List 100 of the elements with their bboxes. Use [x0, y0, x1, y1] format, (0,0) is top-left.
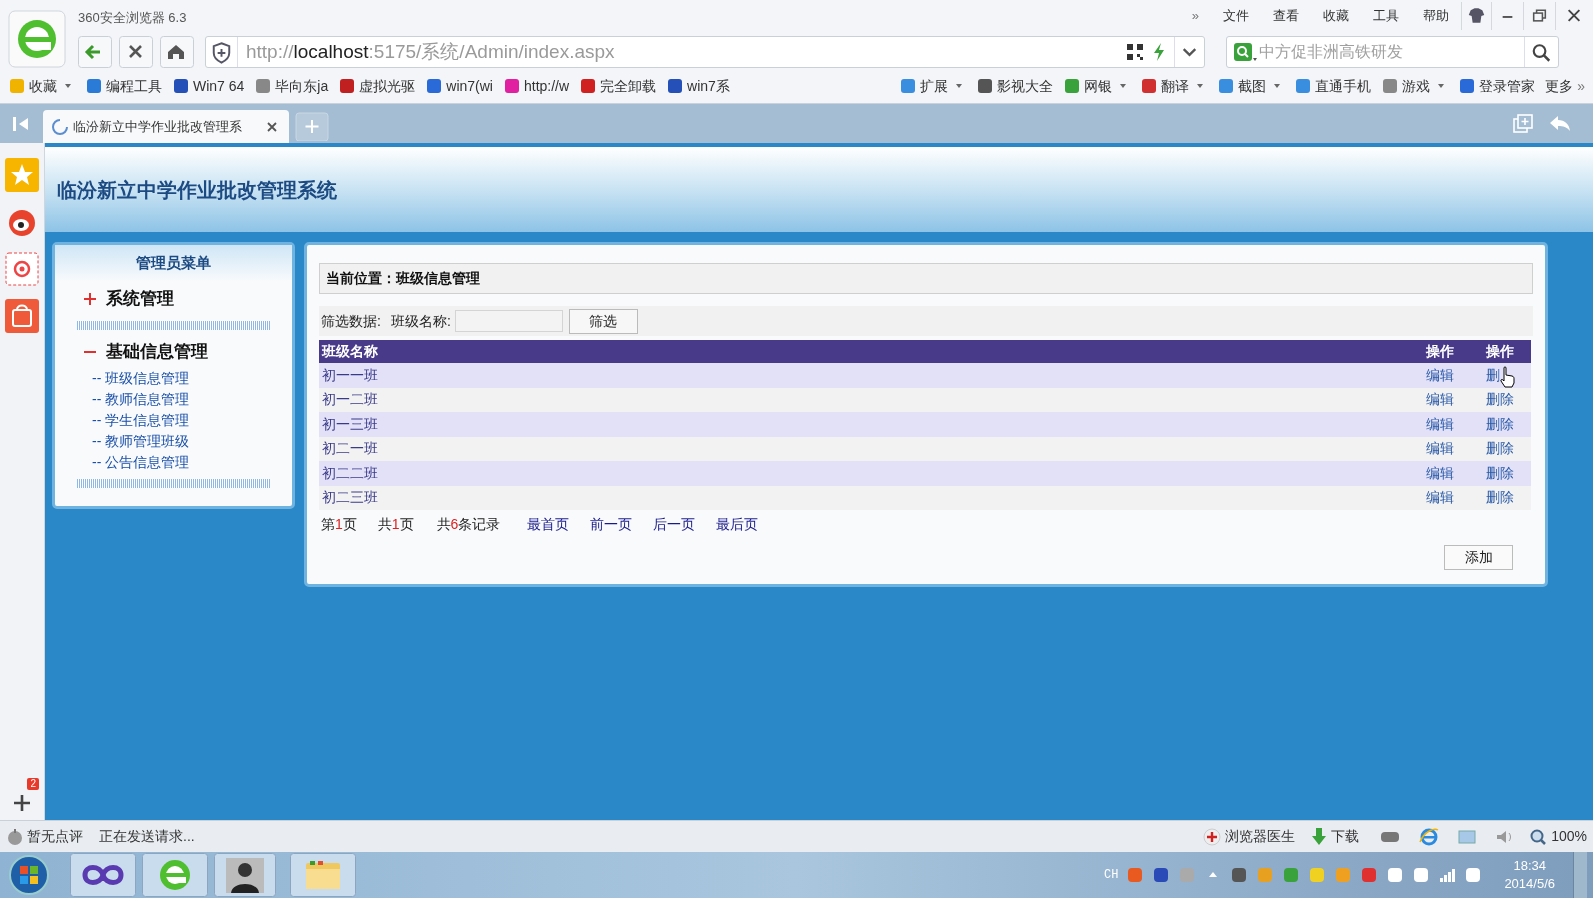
bookmark-link[interactable]: 编程工具 — [106, 75, 162, 97]
bookmark-icon[interactable] — [254, 77, 273, 95]
toolbar-icon[interactable] — [1217, 77, 1236, 95]
toolbar-icon[interactable] — [976, 77, 995, 95]
menu-group[interactable]: 系统管理 — [55, 283, 292, 315]
menu-group[interactable]: 基础信息管理 — [55, 336, 292, 368]
home-icon[interactable] — [160, 36, 194, 68]
bookmark-icon[interactable] — [579, 77, 598, 95]
address-bar[interactable]: http://localhost:5175/系统/Admin/index.aspx — [205, 36, 1205, 68]
delete-link[interactable]: 删除 — [1486, 438, 1531, 460]
download-arrow-icon[interactable] — [1311, 826, 1328, 847]
qr-code-icon[interactable] — [1126, 43, 1144, 61]
browser-app-icon[interactable] — [142, 853, 208, 897]
bookmark-link[interactable]: 网银 — [1084, 75, 1113, 97]
edit-link[interactable]: 编辑 — [1426, 389, 1486, 411]
bookmark-link[interactable]: 翻译 — [1161, 75, 1190, 97]
menu-link[interactable]: -- 班级信息管理 — [55, 368, 190, 389]
menu-item[interactable]: 收藏 — [1323, 6, 1349, 26]
signal-bars-icon[interactable] — [1438, 866, 1457, 884]
delete-link[interactable]: 删 — [1486, 364, 1531, 386]
bookmark-link[interactable]: Win7 64 — [193, 75, 245, 97]
menu-item[interactable]: 工具 — [1373, 6, 1399, 26]
bookmark-icon[interactable] — [85, 77, 103, 95]
bookmark-link[interactable]: 截图 — [1238, 75, 1267, 97]
toolbar-icon[interactable] — [1381, 77, 1400, 95]
bookmark-link[interactable]: 登录管家 — [1479, 75, 1536, 97]
add-button[interactable]: 添加 — [1444, 545, 1513, 570]
toolbar-link[interactable]: 更多 — [1545, 75, 1574, 97]
bookmark-icon[interactable] — [172, 77, 190, 95]
browser-tab[interactable]: 临汾新立中学作业批改管理系 — [43, 110, 289, 143]
menu-item[interactable]: 文件 — [1223, 6, 1249, 26]
edit-link[interactable]: 编辑 — [1426, 364, 1486, 386]
download-button[interactable]: 下载 — [1331, 826, 1360, 847]
pager-link[interactable]: 最首页 — [527, 513, 570, 535]
overflow-chevron[interactable]: » — [1577, 75, 1585, 97]
menu-link[interactable]: -- 学生信息管理 — [55, 410, 190, 431]
add-icon[interactable] — [11, 792, 33, 814]
shopping-bag-icon[interactable] — [5, 299, 39, 333]
at-mail-icon[interactable] — [5, 252, 39, 286]
ie-icon[interactable] — [1419, 826, 1440, 847]
bookmark-icon[interactable] — [338, 77, 357, 95]
medical-cross-icon[interactable] — [1203, 827, 1222, 846]
lightning-icon[interactable] — [1152, 42, 1166, 62]
edit-link[interactable]: 编辑 — [1426, 487, 1486, 509]
bookmark-icon[interactable] — [666, 77, 685, 95]
bookmark-link[interactable]: 完全卸载 — [600, 75, 657, 97]
search-box[interactable]: 中方促非洲高铁研发 — [1226, 36, 1559, 68]
toolbar-icon[interactable] — [1063, 77, 1082, 95]
toolbar-icon[interactable] — [1458, 77, 1477, 95]
bookmark-link[interactable]: 游戏 — [1402, 75, 1431, 97]
bookmark-link[interactable]: 收藏 — [29, 75, 57, 97]
menu-link[interactable]: -- 公告信息管理 — [55, 452, 190, 473]
window-icon[interactable] — [1457, 827, 1478, 846]
menu-item[interactable]: 查看 — [1273, 6, 1299, 26]
pager-link[interactable]: 后一页 — [653, 513, 696, 535]
bookmark-link[interactable]: win7(wi — [446, 75, 493, 97]
class-name-field[interactable] — [454, 310, 563, 332]
browser-logo-icon[interactable] — [8, 10, 66, 68]
page-info: 共1页 — [377, 514, 414, 534]
show-desktop-button[interactable] — [1573, 852, 1587, 898]
bookmark-link[interactable]: 直通手机 — [1315, 75, 1372, 97]
pager-link[interactable]: 最后页 — [716, 513, 759, 535]
bookmark-link[interactable]: win7系 — [687, 75, 730, 97]
infinity-app-icon[interactable] — [70, 853, 136, 897]
menu-item[interactable]: 帮助 — [1423, 6, 1449, 26]
toolbar-icon[interactable] — [899, 77, 918, 95]
start-button-icon[interactable] — [6, 853, 52, 897]
menu-link[interactable]: -- 教师信息管理 — [55, 389, 190, 410]
delete-link[interactable]: 删除 — [1486, 413, 1531, 435]
zoom-icon[interactable] — [1529, 827, 1548, 846]
bookmark-link[interactable]: 毕向东ja — [275, 75, 329, 97]
bookmark-icon[interactable] — [425, 77, 444, 95]
delete-link[interactable]: 删除 — [1486, 462, 1531, 484]
edit-link[interactable]: 编辑 — [1426, 462, 1486, 484]
new-tab-icon[interactable] — [295, 112, 329, 141]
stop-icon[interactable] — [119, 36, 153, 68]
bookmark-link[interactable]: http://w — [523, 75, 570, 97]
search-engine-icon[interactable] — [1231, 40, 1259, 64]
edit-link[interactable]: 编辑 — [1426, 413, 1486, 435]
toolbar-icon[interactable] — [1140, 77, 1159, 95]
bookmark-link[interactable]: 虚拟光驱 — [359, 75, 416, 97]
search-field[interactable]: 中方促非洲高铁研发 — [1259, 40, 1524, 64]
filter-button[interactable]: 筛选 — [568, 308, 638, 334]
bookmark-link[interactable]: 影视大全 — [997, 75, 1054, 97]
rating-text[interactable]: 暂无点评 — [27, 826, 83, 847]
bookmark-link[interactable]: 扩展 — [920, 75, 949, 97]
zoom-level[interactable]: 100% — [1551, 826, 1587, 847]
toolbar-icon[interactable] — [1294, 77, 1313, 95]
rating-icon[interactable] — [6, 827, 24, 846]
overflow-chevron[interactable]: » — [1191, 6, 1199, 26]
delete-link[interactable]: 删除 — [1486, 389, 1531, 411]
bookmark-icon[interactable] — [502, 77, 521, 95]
menu-link[interactable]: -- 教师管理班级 — [55, 431, 190, 452]
pager-link[interactable]: 前一页 — [590, 513, 633, 535]
window-duplicate-icon[interactable] — [1511, 112, 1535, 136]
back-icon[interactable] — [78, 36, 112, 68]
folder-app-icon[interactable] — [290, 853, 356, 897]
edit-link[interactable]: 编辑 — [1426, 438, 1486, 460]
browser-doctor-button[interactable]: 浏览器医生 — [1225, 826, 1296, 847]
delete-link[interactable]: 删除 — [1486, 487, 1531, 509]
